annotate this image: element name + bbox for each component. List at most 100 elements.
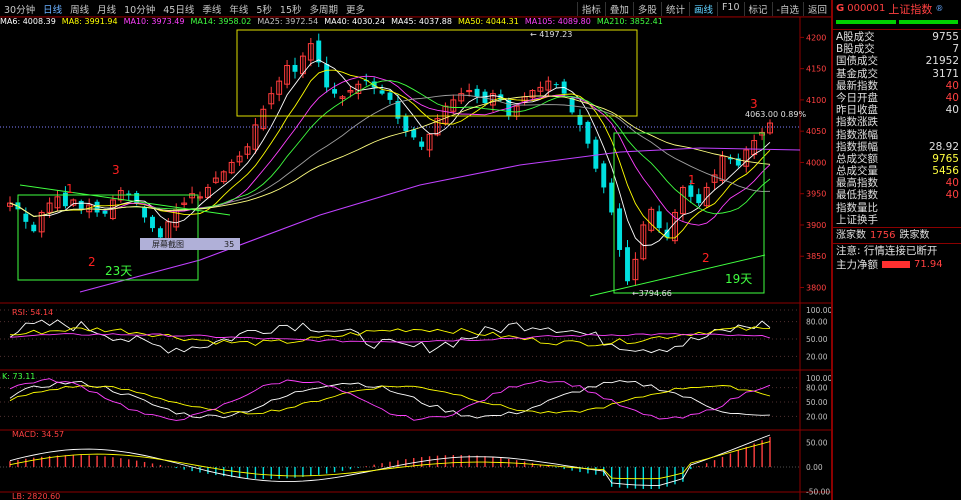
quote-value: 7: [952, 43, 959, 56]
tool-tab-8[interactable]: 返回: [802, 2, 831, 16]
tab-9[interactable]: 15秒: [276, 2, 306, 16]
candle-body: [142, 206, 148, 218]
ma-legend-item: MA210: 3852.41: [596, 17, 663, 26]
ma-legend-item: MA6: 4008.39: [0, 17, 56, 26]
tool-tab-2[interactable]: 多股: [632, 2, 661, 16]
quote-row: 指数涨幅: [833, 129, 961, 141]
tab-0[interactable]: 30分钟: [0, 2, 39, 16]
kdj-axis-label: 20.00: [806, 412, 828, 421]
tool-tab-4[interactable]: 画线: [688, 2, 717, 16]
candle-body: [157, 228, 163, 238]
candle-body: [102, 210, 108, 214]
quote-label: 总成交额: [836, 152, 878, 165]
tool-tab-5[interactable]: F10: [716, 2, 744, 16]
quote-row: 今日开盘 40: [833, 92, 961, 104]
tab-8[interactable]: 5秒: [252, 2, 276, 16]
tab-2[interactable]: 周线: [66, 2, 93, 16]
quote-label: 国债成交: [836, 55, 878, 68]
up-value: 1756: [870, 230, 896, 241]
price-tick-label: 3850: [806, 252, 826, 261]
candle-body: [569, 97, 575, 113]
candle-body: [23, 213, 29, 222]
candle-body: [601, 163, 607, 188]
tool-tab-7[interactable]: -自选: [771, 2, 803, 16]
tab-1[interactable]: 日线: [39, 2, 66, 16]
quote-label: 指数涨跌: [836, 116, 878, 129]
quote-row: 最高指数 40: [833, 177, 961, 189]
quote-value: 40: [945, 177, 959, 190]
price-tick-label: 4100: [806, 96, 826, 105]
tab-11[interactable]: 更多: [342, 2, 369, 16]
macd-dea: [9, 441, 771, 480]
tool-tab-6[interactable]: 标记: [743, 2, 772, 16]
candle-body: [696, 194, 702, 204]
chart-canvas[interactable]: 4200 4150 4100 4050 4000 3950 3900 3850 3800 ← 41…: [0, 0, 831, 500]
candle-body: [292, 64, 298, 72]
low-label: ←3794.66: [632, 289, 672, 298]
quote-value: 3171: [932, 67, 959, 80]
quote-panel: G 000001 上证指数 ® A股成交 9755 B股成交 7 国债成交 21952 基金…: [831, 0, 961, 500]
down-label: 跌家数: [899, 230, 930, 241]
candle-body: [609, 182, 615, 213]
wave-label: 2: [88, 255, 96, 269]
macd-axis-label: -50.00: [806, 487, 830, 496]
panel-divider: [833, 227, 961, 228]
tab-7[interactable]: 年线: [225, 2, 252, 16]
quote-value: 40: [945, 79, 959, 92]
ma-legend-item: MA105: 4089.80: [524, 17, 591, 26]
quote-label: 指数涨幅: [836, 128, 878, 141]
candle-body: [78, 200, 84, 210]
quote-value: 40: [945, 189, 959, 202]
wave-label: 3: [750, 97, 758, 111]
high-label: ← 4197.23: [530, 30, 572, 39]
tool-tab-1[interactable]: 叠加: [604, 2, 633, 16]
candle-body: [316, 40, 322, 63]
ma-legend-item: MA40: 4030.24: [324, 17, 386, 26]
ma-legend-item: MA25: 3972.54: [257, 17, 319, 26]
rsi-axis-label: 80.00: [806, 318, 828, 327]
tab-10[interactable]: 多周期: [306, 2, 343, 16]
tab-3[interactable]: 月线: [93, 2, 120, 16]
quote-row: B股成交 7: [833, 43, 961, 55]
quote-row: 指数涨跌: [833, 116, 961, 128]
tool-tab-0[interactable]: 指标: [576, 2, 605, 16]
candle-body: [379, 90, 385, 94]
candle-body: [553, 84, 559, 86]
days-right-label: 19天: [725, 272, 752, 286]
chart-toolbar: 30分钟 日线 周线 月线 10分钟 45日线 季线 年线 5秒 15秒 多周期 更多 指标 叠加 多股统…: [0, 0, 831, 17]
panel-header[interactable]: G 000001 上证指数 ®: [833, 0, 961, 17]
ma-legend-item: MA45: 4037.88: [391, 17, 452, 26]
quote-row: 总成交量 5456: [833, 165, 961, 177]
candle-body: [387, 92, 393, 100]
quote-row: 指数量比: [833, 202, 961, 214]
candle-body: [656, 211, 662, 229]
tab-5[interactable]: 45日线: [159, 2, 198, 16]
index-name: 上证指数: [888, 2, 933, 16]
tool-tab-3[interactable]: 统计: [660, 2, 689, 16]
bottom-label: LB: 2820.60: [12, 492, 60, 500]
panel-divider: [833, 243, 961, 244]
quote-value: 21952: [925, 55, 959, 68]
quote-value: 9765: [932, 152, 959, 165]
days-left-label: 23天: [105, 264, 132, 278]
ma-legend-item: MA8: 3991.94: [61, 17, 118, 26]
ma-legend-item: MA14: 3958.02: [190, 17, 252, 26]
rsi-axis-label: 50.00: [806, 335, 828, 344]
price-tick-label: 3950: [806, 190, 826, 199]
period-tabs: 30分钟 日线 周线 月线 10分钟 45日线 季线 年线 5秒 15秒 多周期 更多: [0, 2, 369, 16]
quote-row: A股成交 9755: [833, 31, 961, 43]
macd-axis-label: 0.00: [806, 463, 823, 472]
quote-row: 指数振幅 28.92: [833, 141, 961, 153]
tool-tabs: 指标 叠加 多股 统计 画线 F10 标记 -自选 返回: [576, 2, 831, 16]
ma-legend: MA6: 4008.39 MA8: 3991.94 MA10: 3973.49 MA1…: [0, 17, 800, 28]
candle-body: [324, 64, 330, 88]
panel-divider: [833, 29, 961, 30]
up-label: 涨家数: [836, 230, 866, 241]
price-tick-label: 4050: [806, 127, 826, 136]
price-tick-label: 4000: [806, 158, 826, 167]
price-tick-label: 4150: [806, 65, 826, 74]
tab-6[interactable]: 季线: [198, 2, 225, 16]
price-tick-label: 4200: [806, 33, 826, 42]
rsi-label: RSI: 54.14: [12, 308, 53, 317]
tab-4[interactable]: 10分钟: [120, 2, 159, 16]
